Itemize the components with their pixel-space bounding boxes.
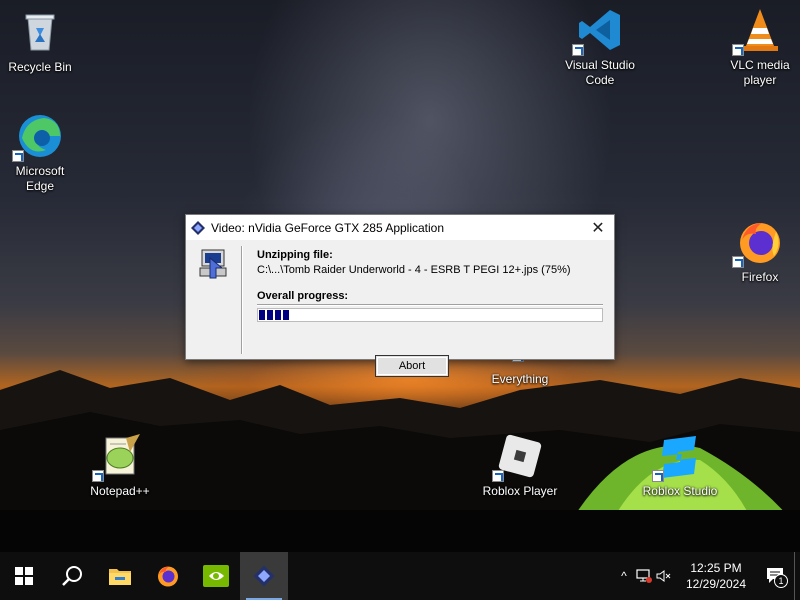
taskbar-file-explorer[interactable] — [96, 552, 144, 600]
desktop-icon-label: Everything — [491, 372, 549, 386]
progress-segment — [275, 310, 281, 320]
recycle-bin-icon — [16, 8, 64, 56]
abort-button[interactable]: Abort — [375, 355, 449, 377]
shortcut-arrow-icon — [492, 470, 504, 482]
clock-date: 12/29/2024 — [685, 577, 747, 591]
close-icon: ✕ — [591, 219, 605, 237]
dialog-body: Unzipping file: C:\...\Tomb Raider Under… — [186, 240, 614, 377]
folder-icon — [109, 569, 131, 585]
clock-time: 12:25 PM — [690, 561, 742, 575]
firefox-icon — [158, 566, 178, 587]
volume-button[interactable] — [654, 552, 674, 600]
taskbar-nvidia[interactable] — [192, 552, 240, 600]
notepadpp-icon — [92, 432, 144, 482]
dialog-titlebar[interactable]: Video: nVidia GeForce GTX 285 Applicatio… — [186, 215, 614, 240]
shortcut-arrow-icon — [732, 256, 744, 268]
volume-muted-icon — [656, 570, 671, 582]
shortcut-arrow-icon — [92, 470, 104, 482]
desktop-icon-label: Notepad++ — [90, 484, 150, 498]
desktop-icon-label: Visual Studio Code — [565, 58, 635, 87]
desktop-icon-label: VLC media player — [730, 58, 790, 87]
show-hidden-icons-button[interactable]: ^ — [614, 552, 634, 600]
search-icon — [62, 566, 82, 586]
overall-progress-label: Overall progress: — [257, 290, 349, 302]
desktop-icon-roblox-player[interactable]: Roblox Player — [480, 432, 560, 499]
search-button[interactable] — [48, 552, 96, 600]
progress-fill — [259, 310, 601, 320]
desktop-icon-label: Roblox Player — [482, 484, 558, 498]
action-center-button[interactable]: 1 — [758, 552, 794, 600]
desktop-icon-firefox[interactable]: Firefox — [720, 218, 800, 285]
system-tray: ^ 12:25 PM 12/29/2024 1 — [614, 552, 800, 600]
installer-app-icon — [191, 220, 205, 235]
shortcut-arrow-icon — [652, 470, 664, 482]
desktop-icon-label: Recycle Bin — [8, 60, 72, 74]
desktop-icon-label: Roblox Studio — [642, 484, 718, 498]
roblox-player-icon — [492, 432, 544, 482]
network-disconnected-icon — [636, 569, 652, 583]
firefox-icon — [732, 218, 784, 268]
desktop-icon-microsoft-edge[interactable]: Microsoft Edge — [0, 112, 80, 194]
vertical-separator — [241, 246, 243, 354]
show-desktop-button[interactable] — [794, 552, 800, 600]
start-button[interactable] — [0, 552, 48, 600]
progress-segment — [259, 310, 265, 320]
horizontal-separator — [257, 304, 603, 306]
vscode-icon — [572, 6, 624, 56]
desktop-icon-label: Firefox — [741, 270, 779, 284]
taskbar-installer-app[interactable] — [240, 552, 288, 600]
progress-segment — [283, 310, 289, 320]
windows-logo-icon — [15, 567, 33, 585]
progress-segment — [267, 310, 273, 320]
taskbar-firefox[interactable] — [144, 552, 192, 600]
computer-install-icon — [199, 249, 227, 279]
desktop-icon-vlc[interactable]: VLC media player — [720, 6, 800, 88]
desktop-icon-roblox-studio[interactable]: Roblox Studio — [640, 432, 720, 499]
close-button[interactable]: ✕ — [582, 216, 614, 240]
desktop-icon-label: Microsoft Edge — [15, 164, 65, 193]
vlc-icon — [732, 6, 784, 56]
roblox-studio-icon — [652, 432, 704, 482]
dialog-title: Video: nVidia GeForce GTX 285 Applicatio… — [211, 220, 445, 235]
desktop-icon-recycle-bin[interactable]: Recycle Bin — [0, 8, 80, 75]
clock[interactable]: 12:25 PM 12/29/2024 — [674, 560, 758, 592]
shortcut-arrow-icon — [12, 150, 24, 162]
desktop-icon-notepadpp[interactable]: Notepad++ — [80, 432, 160, 499]
shortcut-arrow-icon — [572, 44, 584, 56]
installer-icon — [253, 565, 275, 587]
nvidia-icon — [203, 565, 229, 587]
shortcut-arrow-icon — [732, 44, 744, 56]
desktop-icon-vscode[interactable]: Visual Studio Code — [560, 6, 640, 88]
current-file-path: C:\...\Tomb Raider Underworld - 4 - ESRB… — [257, 264, 571, 276]
unzip-progress-dialog: Video: nVidia GeForce GTX 285 Applicatio… — [185, 214, 615, 377]
taskbar: ^ 12:25 PM 12/29/2024 1 — [0, 552, 800, 600]
network-button[interactable] — [634, 552, 654, 600]
edge-icon — [12, 112, 64, 162]
chevron-up-icon: ^ — [621, 569, 627, 583]
unzipping-label: Unzipping file: — [257, 249, 333, 261]
notification-count-badge: 1 — [774, 574, 788, 588]
overall-progress-bar — [257, 308, 603, 322]
